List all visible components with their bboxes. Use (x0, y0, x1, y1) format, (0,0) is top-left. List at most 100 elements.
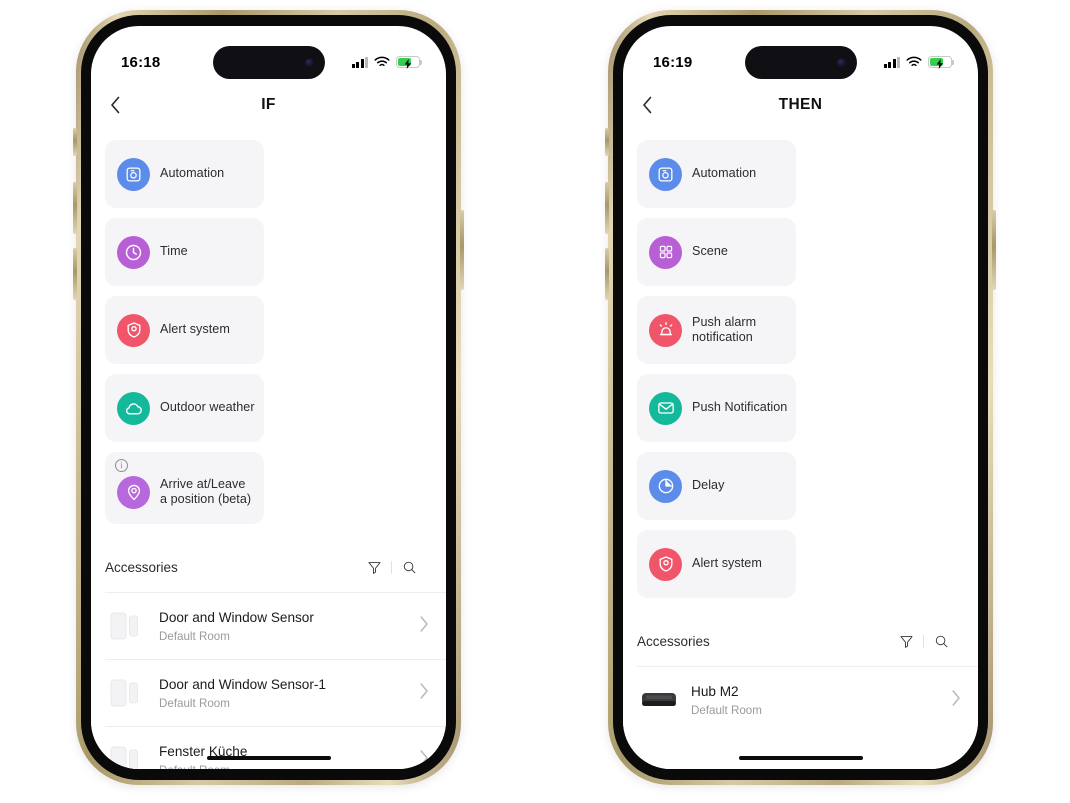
dynamic-island (212, 46, 325, 79)
clock-icon (117, 235, 150, 269)
scene-grid-icon (649, 235, 682, 269)
condition-card-label: Outdoor weather (160, 400, 255, 415)
condition-card-0[interactable]: Automation (637, 140, 796, 208)
cellular-signal-icon (883, 56, 900, 68)
chevron-right-icon[interactable] (419, 749, 430, 770)
silent-switch[interactable] (73, 128, 77, 156)
chevron-right-icon[interactable] (419, 615, 430, 638)
timer-pie-icon (649, 469, 682, 503)
accessory-row[interactable]: Door and Window Sensor-1 Default Room (105, 659, 446, 726)
volume-up-button[interactable] (73, 182, 77, 234)
accessory-room: Default Room (159, 696, 230, 710)
phone-if: 16:18 IF Automation Time Alert system Outdoor… (73, 10, 464, 785)
shield-icon (649, 547, 682, 581)
info-icon[interactable]: i (115, 459, 128, 472)
wifi-icon (906, 56, 922, 68)
cellular-signal-icon (351, 56, 368, 68)
volume-up-button[interactable] (605, 182, 609, 234)
condition-card-0[interactable]: Automation (105, 140, 264, 208)
condition-card-1[interactable]: Scene (637, 218, 796, 286)
accessories-list: Hub M2 Default Room (623, 666, 978, 733)
door-window-sensor-thumb (105, 738, 149, 769)
power-button[interactable] (460, 210, 464, 290)
front-camera-lens (304, 58, 314, 67)
accessories-title: Accessories (637, 633, 710, 649)
siren-icon (649, 313, 682, 347)
battery-charging-icon (396, 56, 423, 69)
phone-then: 16:19 THEN Automation Scene Push alarm notif… (605, 10, 996, 785)
accessory-row[interactable]: Fenster KücheDefault Room (105, 726, 446, 769)
accessory-room: Default Room (159, 629, 230, 643)
condition-card-4[interactable]: i Arrive at/Leave a position (beta) (105, 452, 264, 524)
silent-switch[interactable] (605, 128, 609, 156)
chevron-left-icon[interactable] (623, 82, 671, 128)
condition-card-3[interactable]: Push Notification (637, 374, 796, 442)
condition-card-2[interactable]: Alert system (105, 296, 264, 364)
filter-funnel-icon[interactable] (357, 554, 391, 580)
page-content: Automation Scene Push alarm notification Pu… (623, 128, 978, 769)
search-icon[interactable] (392, 554, 426, 580)
envelope-icon (649, 391, 682, 425)
location-pin-icon (117, 475, 150, 509)
accessory-row[interactable]: Door and Window Sensor Default Room (105, 592, 446, 659)
phone-screen: 16:18 IF Automation Time Alert system Outdoor… (91, 26, 446, 769)
power-button[interactable] (992, 210, 996, 290)
automation-icon (649, 157, 682, 191)
phone-bezel: 16:19 THEN Automation Scene Push alarm notif… (613, 15, 988, 780)
front-camera-lens (836, 58, 846, 67)
condition-card-label: Push alarm notification (692, 314, 757, 345)
accessory-name: Hub M2 (691, 683, 739, 699)
condition-card-5[interactable]: Alert system (637, 530, 796, 598)
accessories-title: Accessories (105, 559, 178, 575)
condition-card-label: Delay (692, 478, 725, 493)
accessory-room: Default Room (159, 764, 247, 770)
condition-card-label: Alert system (692, 556, 762, 571)
accessory-name: Door and Window Sensor (159, 609, 314, 625)
chevron-left-icon[interactable] (91, 82, 139, 128)
automation-icon (117, 157, 150, 191)
battery-charging-icon (928, 56, 955, 69)
condition-card-3[interactable]: Outdoor weather (105, 374, 264, 442)
condition-card-label: Automation (692, 166, 757, 181)
status-bar-time: 16:18 (121, 53, 161, 71)
volume-down-button[interactable] (73, 248, 77, 300)
phone-bezel: 16:18 IF Automation Time Alert system Outdoor… (81, 15, 456, 780)
page-title: IF (261, 96, 276, 113)
accessory-row[interactable]: Hub M2 Default Room (637, 666, 978, 733)
condition-card-grid: Automation Scene Push alarm notification Pu… (623, 128, 978, 602)
condition-card-4[interactable]: Delay (637, 452, 796, 520)
search-icon[interactable] (924, 628, 958, 654)
cloud-icon (117, 391, 150, 425)
accessory-name: Door and Window Sensor-1 (159, 676, 326, 692)
screenshot-stage: 16:18 IF Automation Time Alert system Outdoor… (0, 0, 1070, 803)
volume-down-button[interactable] (605, 248, 609, 300)
door-window-sensor-thumb (105, 671, 149, 715)
page-title: THEN (778, 96, 823, 113)
chevron-right-icon[interactable] (419, 682, 430, 705)
accessories-header: Accessories (623, 610, 978, 666)
condition-card-grid: Automation Time Alert system Outdoor weathe… (91, 128, 446, 528)
page-content: Automation Time Alert system Outdoor weathe… (91, 128, 446, 769)
hub-m2-thumb (637, 678, 681, 722)
dynamic-island (744, 46, 857, 79)
status-bar-time: 16:19 (653, 53, 693, 71)
chevron-right-icon[interactable] (951, 689, 962, 712)
home-indicator[interactable] (738, 755, 863, 760)
condition-card-label: Push Notification (692, 400, 788, 415)
condition-card-1[interactable]: Time (105, 218, 264, 286)
wifi-icon (374, 56, 390, 68)
phone-screen: 16:19 THEN Automation Scene Push alarm notif… (623, 26, 978, 769)
filter-funnel-icon[interactable] (889, 628, 923, 654)
condition-card-label: Alert system (160, 322, 230, 337)
shield-icon (117, 313, 150, 347)
home-indicator[interactable] (206, 755, 331, 760)
condition-card-label: Automation (160, 166, 225, 181)
door-window-sensor-thumb (105, 604, 149, 648)
accessories-header: Accessories (91, 536, 446, 592)
navigation-bar: THEN (623, 82, 978, 128)
navigation-bar: IF (91, 82, 446, 128)
condition-card-label: Arrive at/Leave a position (beta) (160, 476, 252, 507)
condition-card-2[interactable]: Push alarm notification (637, 296, 796, 364)
condition-card-label: Time (160, 244, 188, 259)
accessory-room: Default Room (691, 703, 762, 717)
